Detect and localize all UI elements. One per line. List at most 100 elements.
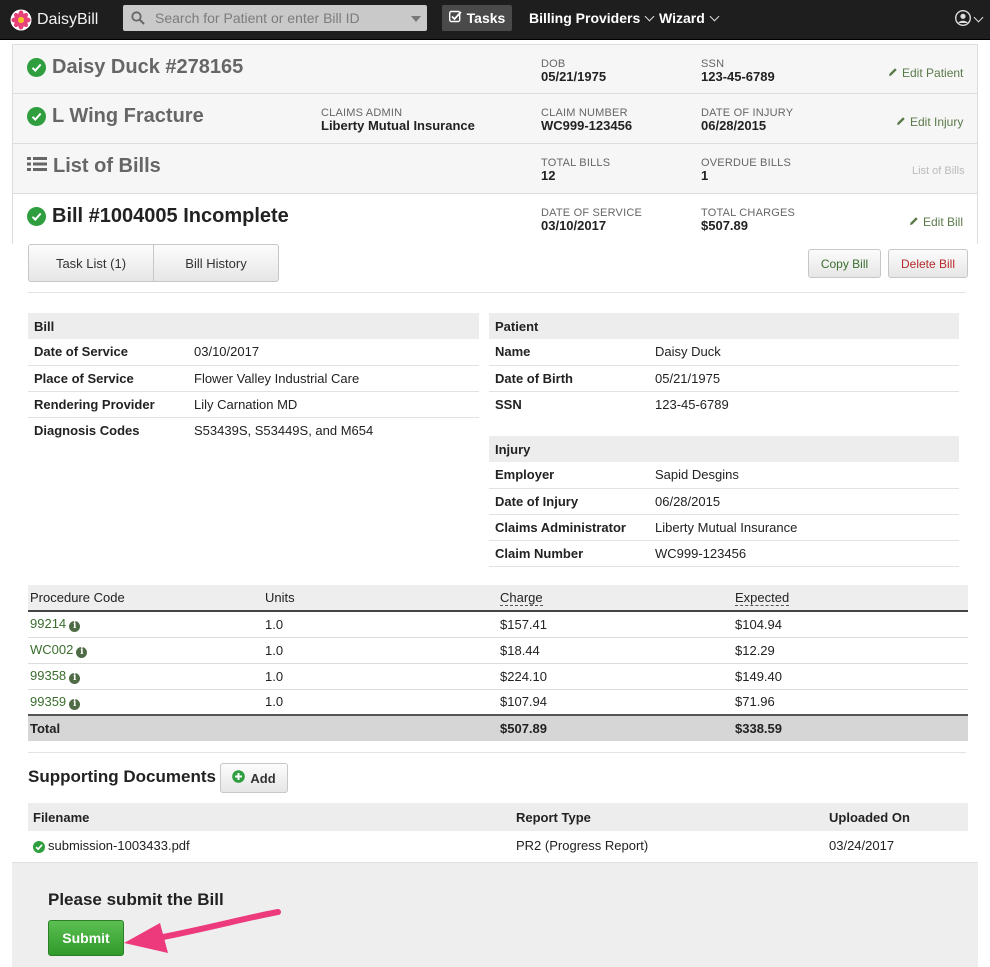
- row-value: 05/21/1975: [649, 365, 959, 392]
- list-of-bills-link[interactable]: List of Bills: [912, 165, 965, 177]
- injury-info-table: Injury Employer Sapid Desgins Date of Inj…: [489, 436, 959, 567]
- check-circle-icon: [27, 107, 46, 126]
- procedure-code-link[interactable]: 99359: [30, 694, 66, 709]
- ssn-value: 123-45-6789: [701, 69, 775, 84]
- units-cell: 1.0: [263, 637, 498, 664]
- brand-logo[interactable]: DaisyBill: [10, 7, 98, 33]
- patient-info-table: Patient Name Daisy Duck Date of Birth 05/2…: [489, 313, 959, 417]
- patient-name: Daisy Duck #278165: [52, 56, 244, 78]
- table-row: Name Daisy Duck: [489, 339, 959, 366]
- edit-patient-link[interactable]: Edit Patient: [888, 66, 963, 80]
- dob-value: 05/21/1975: [541, 69, 607, 84]
- row-value: S53439S, S53449S, and M654: [194, 422, 374, 438]
- info-icon[interactable]: i: [69, 698, 81, 710]
- col-charge: Charge: [498, 585, 733, 612]
- row-value: WC999-123456: [649, 540, 959, 567]
- row-value: Daisy Duck: [649, 339, 959, 366]
- table-row: 99214 i 1.0 $157.41 $104.94: [28, 611, 968, 638]
- bills-row: List of Bills TOTAL BILLS 12 OVERDUE BIL…: [12, 144, 978, 194]
- date-of-service: DATE OF SERVICE 03/10/2017: [541, 207, 642, 233]
- row-value: Liberty Mutual Insurance: [649, 514, 959, 541]
- total-units: [263, 714, 498, 741]
- filename-cell[interactable]: submission-1003433.pdf: [28, 831, 511, 859]
- row-key: Date of Injury: [489, 488, 649, 515]
- table-row: Employer Sapid Desgins: [489, 462, 959, 489]
- overdue-bills: OVERDUE BILLS 1: [701, 157, 791, 183]
- date-of-injury: DATE OF INJURY 06/28/2015: [701, 107, 793, 133]
- injury-title[interactable]: L Wing Fracture: [27, 105, 204, 128]
- pencil-icon: [896, 115, 906, 129]
- doi-value: 06/28/2015: [701, 118, 767, 133]
- edit-bill-link[interactable]: Edit Bill: [909, 215, 963, 229]
- col-procedure-code: Procedure Code: [28, 585, 263, 612]
- copy-bill-button[interactable]: Copy Bill: [808, 249, 881, 278]
- units-cell: 1.0: [263, 611, 498, 638]
- search-box[interactable]: [123, 5, 427, 31]
- info-icon[interactable]: i: [76, 647, 88, 658]
- edit-patient-label: Edit Patient: [902, 66, 964, 80]
- info-icon[interactable]: i: [69, 621, 81, 633]
- procedure-table: Procedure Code Units Charge Expected 992…: [28, 585, 968, 741]
- add-document-button[interactable]: Add: [220, 763, 288, 793]
- check-circle-icon: [33, 840, 45, 853]
- tasks-label: Tasks: [466, 10, 506, 26]
- col-uploaded-on: Uploaded On: [824, 803, 968, 831]
- bill-info-table: Bill Date of Service 03/10/2017 Place of …: [28, 313, 479, 443]
- charge-cell: $157.41: [498, 611, 733, 638]
- procedure-code-link[interactable]: 99214: [30, 616, 66, 631]
- section-divider: [28, 292, 966, 293]
- claim-number-value: WC999-123456: [541, 118, 633, 133]
- charge-cell: $18.44: [498, 637, 733, 664]
- user-menu[interactable]: [954, 9, 984, 29]
- table-row: Date of Service 03/10/2017: [28, 339, 479, 366]
- row-key: Diagnosis Codes: [34, 422, 140, 438]
- dropdown-caret-icon[interactable]: [411, 16, 421, 22]
- filename-label[interactable]: submission-1003433.pdf: [48, 838, 190, 853]
- procedure-code-link[interactable]: 99358: [30, 668, 66, 683]
- report-type-cell: PR2 (Progress Report): [516, 837, 649, 853]
- row-key: Place of Service: [28, 365, 188, 392]
- search-input[interactable]: [155, 5, 405, 31]
- list-of-bills-title[interactable]: List of Bills: [27, 155, 161, 178]
- wizard-menu[interactable]: Wizard: [659, 10, 720, 26]
- claims-admin-value: Liberty Mutual Insurance: [321, 118, 475, 133]
- edit-injury-link[interactable]: Edit Injury: [896, 115, 963, 129]
- table-row: Place of Service Flower Valley Industrial…: [28, 365, 479, 392]
- tasks-button[interactable]: Tasks: [442, 5, 512, 31]
- procedure-code-link[interactable]: WC002: [30, 642, 73, 657]
- plus-circle-icon: [232, 770, 246, 786]
- info-icon[interactable]: i: [69, 673, 81, 684]
- expected-cell: $104.94: [733, 611, 968, 638]
- total-charge: $507.89: [498, 714, 733, 741]
- table-row: Date of Birth 05/21/1975: [489, 365, 959, 392]
- col-report-type: Report Type: [511, 803, 824, 831]
- bill-row: Bill #1004005 Incomplete DATE OF SERVICE…: [12, 194, 978, 244]
- injury-row: L Wing Fracture CLAIMS ADMIN Liberty Mut…: [12, 94, 978, 144]
- row-key: Rendering Provider: [28, 391, 188, 418]
- tab-bill-history[interactable]: Bill History: [153, 244, 279, 282]
- dos-value: 03/10/2017: [541, 218, 607, 233]
- expected-cell: $12.29: [733, 637, 968, 664]
- wizard-label: Wizard: [659, 10, 705, 26]
- row-value: Lily Carnation MD: [188, 391, 479, 418]
- total-expected: $338.59: [733, 714, 968, 741]
- billing-providers-menu[interactable]: Billing Providers: [529, 10, 655, 26]
- charges-value: $507.89: [701, 218, 748, 233]
- annotation-arrow-icon: [124, 909, 281, 953]
- row-value: Flower Valley Industrial Care: [188, 365, 479, 392]
- table-row: WC002 i 1.0 $18.44 $12.29: [28, 637, 968, 664]
- expected-cell: $149.40: [733, 663, 968, 690]
- table-row: SSN 123-45-6789: [489, 391, 959, 417]
- row-value: 06/28/2015: [649, 488, 959, 515]
- tab-task-list[interactable]: Task List (1): [28, 244, 154, 282]
- expected-cell: $71.96: [733, 689, 968, 716]
- add-label: Add: [250, 770, 276, 786]
- claims-admin: CLAIMS ADMIN Liberty Mutual Insurance: [321, 107, 475, 133]
- patient-ssn: SSN 123-45-6789: [701, 58, 775, 84]
- uploaded-on-cell: 03/24/2017: [829, 837, 895, 853]
- patient-title[interactable]: Daisy Duck #278165: [27, 56, 243, 79]
- search-icon: [131, 11, 145, 25]
- delete-bill-button[interactable]: Delete Bill: [888, 249, 968, 278]
- pencil-icon: [888, 66, 898, 80]
- table-row: 99359 i 1.0 $107.94 $71.96: [28, 689, 968, 716]
